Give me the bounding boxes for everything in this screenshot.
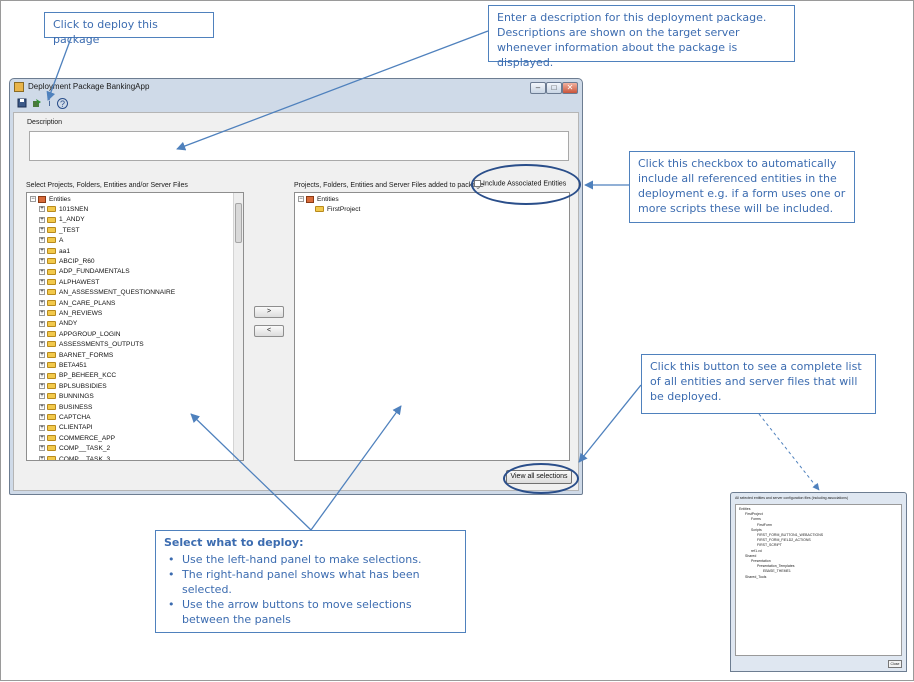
arrow-view-all — [578, 384, 642, 463]
arrow-description — [176, 30, 489, 151]
thumbnail-tree-row: Shared_Tools — [745, 574, 767, 579]
thumbnail-close-button[interactable]: Close — [888, 660, 902, 668]
view-all-dialog-thumbnail: All selected entities and server configu… — [730, 492, 907, 672]
thumbnail-title: All selected entities and server configu… — [735, 496, 849, 500]
arrow-thumbnail — [758, 413, 820, 491]
arrow-right-panel — [310, 405, 402, 531]
arrow-left-panel — [190, 413, 312, 531]
thumbnail-tree: Entities FirstProject Forms FirstForm Script… — [735, 504, 902, 656]
thumbnail-tree-row: EBASE_THEME1 — [763, 569, 791, 574]
arrow-deploy — [46, 37, 72, 101]
